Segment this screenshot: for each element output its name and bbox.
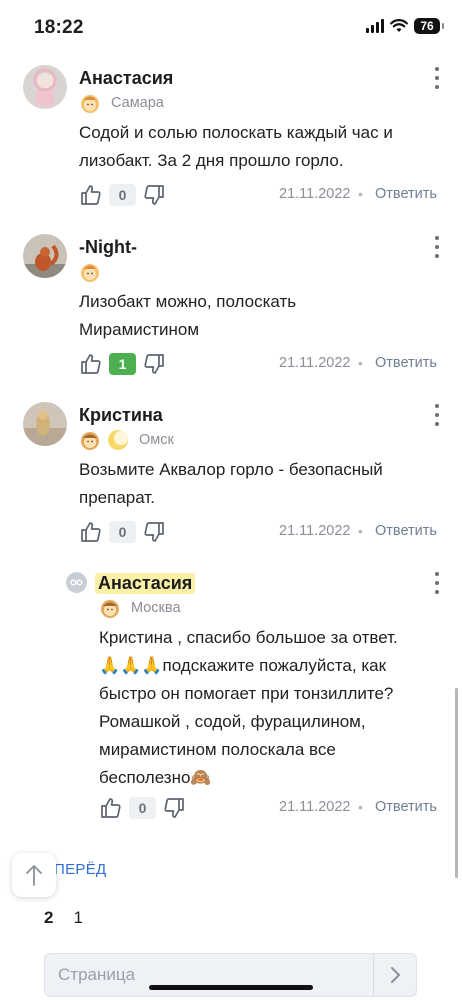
comment-author[interactable]: Анастасия <box>79 68 173 89</box>
comment-text: Возьмите Аквалор горло - безопасный преп… <box>79 456 383 512</box>
comment-text-line: Лизобакт можно, полоскать <box>79 292 297 311</box>
avatar[interactable] <box>66 572 87 593</box>
comment-meta: Омск <box>79 429 174 451</box>
comment-meta: Самара <box>79 92 164 114</box>
vote-count: 0 <box>109 184 136 206</box>
more-vertical-icon[interactable] <box>434 236 440 258</box>
thumb-up-icon[interactable] <box>79 520 103 544</box>
comment-meta <box>79 261 101 283</box>
status-icons: 76 <box>366 18 444 34</box>
moon-badge-icon <box>107 429 129 451</box>
comment-text-line: препарат. <box>79 488 155 507</box>
prev-page-link[interactable]: ПЕРЁД <box>54 861 106 878</box>
comment-date: 21.11.2022 <box>279 523 351 539</box>
page-number[interactable]: 1 <box>73 908 82 928</box>
comment-date: 21.11.2022 <box>279 799 351 815</box>
separator-dot: • <box>358 186 363 202</box>
comment-text-line: Содой и солью полоскать каждый час и <box>79 123 393 142</box>
home-indicator[interactable] <box>149 985 313 990</box>
page-number-current[interactable]: 2 <box>44 908 53 928</box>
vote-controls: 0 <box>79 519 166 545</box>
comment-text-line: бесполезно🙈 <box>99 768 212 787</box>
user-badge-icon <box>79 261 101 283</box>
comment-text: Содой и солью полоскать каждый час и лиз… <box>79 119 393 175</box>
reply-link[interactable]: Ответить <box>375 799 437 815</box>
thumb-up-icon[interactable] <box>79 352 103 376</box>
comment-text: Лизобакт можно, полоскать Мирамистином <box>79 288 296 344</box>
vote-count: 1 <box>109 353 136 375</box>
more-vertical-icon[interactable] <box>434 67 440 89</box>
page-number-input[interactable]: Страница <box>44 953 374 997</box>
comment-city: Москва <box>131 600 181 616</box>
more-vertical-icon[interactable] <box>434 404 440 426</box>
thumb-down-icon[interactable] <box>162 796 186 820</box>
avatar[interactable] <box>23 402 67 446</box>
thumb-up-icon[interactable] <box>99 796 123 820</box>
comment-text-line: лизобакт. За 2 дня прошло горло. <box>79 151 344 170</box>
comment-text-line: Ромашкой , содой, фурацилином, <box>99 712 366 731</box>
comment-meta: Москва <box>99 597 181 619</box>
separator-dot: • <box>358 355 363 371</box>
scroll-top-button[interactable] <box>12 853 56 897</box>
pagination: 2 1 <box>44 908 83 928</box>
comment-text-line: Кристина , спасибо большое за ответ. <box>99 628 398 647</box>
comment-text-line: 🙏🙏🙏подскажите пожалуйста, как <box>99 656 387 675</box>
user-badge-icon <box>99 597 121 619</box>
separator-dot: • <box>358 799 363 815</box>
thumb-up-icon[interactable] <box>79 183 103 207</box>
comment-author[interactable]: Анастасия <box>95 573 196 594</box>
comment-city: Омск <box>139 432 174 448</box>
thumb-down-icon[interactable] <box>142 183 166 207</box>
cellular-signal-icon <box>366 19 384 33</box>
thumb-down-icon[interactable] <box>142 520 166 544</box>
user-badge-icon <box>79 92 101 114</box>
comment-author[interactable]: Кристина <box>79 405 163 426</box>
comment-text-line: мирамистином полоскала все <box>99 740 336 759</box>
vote-controls: 1 <box>79 351 166 377</box>
chevron-right-icon <box>391 967 400 983</box>
vote-controls: 0 <box>79 182 166 208</box>
reply-link[interactable]: Ответить <box>375 355 437 371</box>
reply-link[interactable]: Ответить <box>375 523 437 539</box>
avatar[interactable] <box>23 65 67 109</box>
thumb-down-icon[interactable] <box>142 352 166 376</box>
battery-indicator: 76 <box>414 18 444 34</box>
separator-dot: • <box>358 523 363 539</box>
more-vertical-icon[interactable] <box>434 572 440 594</box>
comment-author[interactable]: -Night- <box>79 237 137 258</box>
comment-city: Самара <box>111 95 164 111</box>
comment-text: Кристина , спасибо большое за ответ. 🙏🙏🙏… <box>99 624 398 792</box>
comment-text-line: Возьмите Аквалор горло - безопасный <box>79 460 383 479</box>
comment-date: 21.11.2022 <box>279 186 351 202</box>
comment-text-line: Мирамистином <box>79 320 200 339</box>
comment-date: 21.11.2022 <box>279 355 351 371</box>
user-badge-icon <box>79 429 101 451</box>
vote-count: 0 <box>129 797 156 819</box>
status-bar: 18:22 76 <box>0 0 462 54</box>
scroll-indicator[interactable] <box>455 688 458 878</box>
arrow-up-icon <box>26 865 42 886</box>
vote-controls: 0 <box>99 795 186 821</box>
reply-link[interactable]: Ответить <box>375 186 437 202</box>
vote-count: 0 <box>109 521 136 543</box>
wifi-icon <box>390 19 408 32</box>
page-go-button[interactable] <box>373 953 417 997</box>
comment-text-line: быстро он помогает при тонзиллите? <box>99 684 394 703</box>
avatar[interactable] <box>23 234 67 278</box>
status-time: 18:22 <box>34 17 84 38</box>
